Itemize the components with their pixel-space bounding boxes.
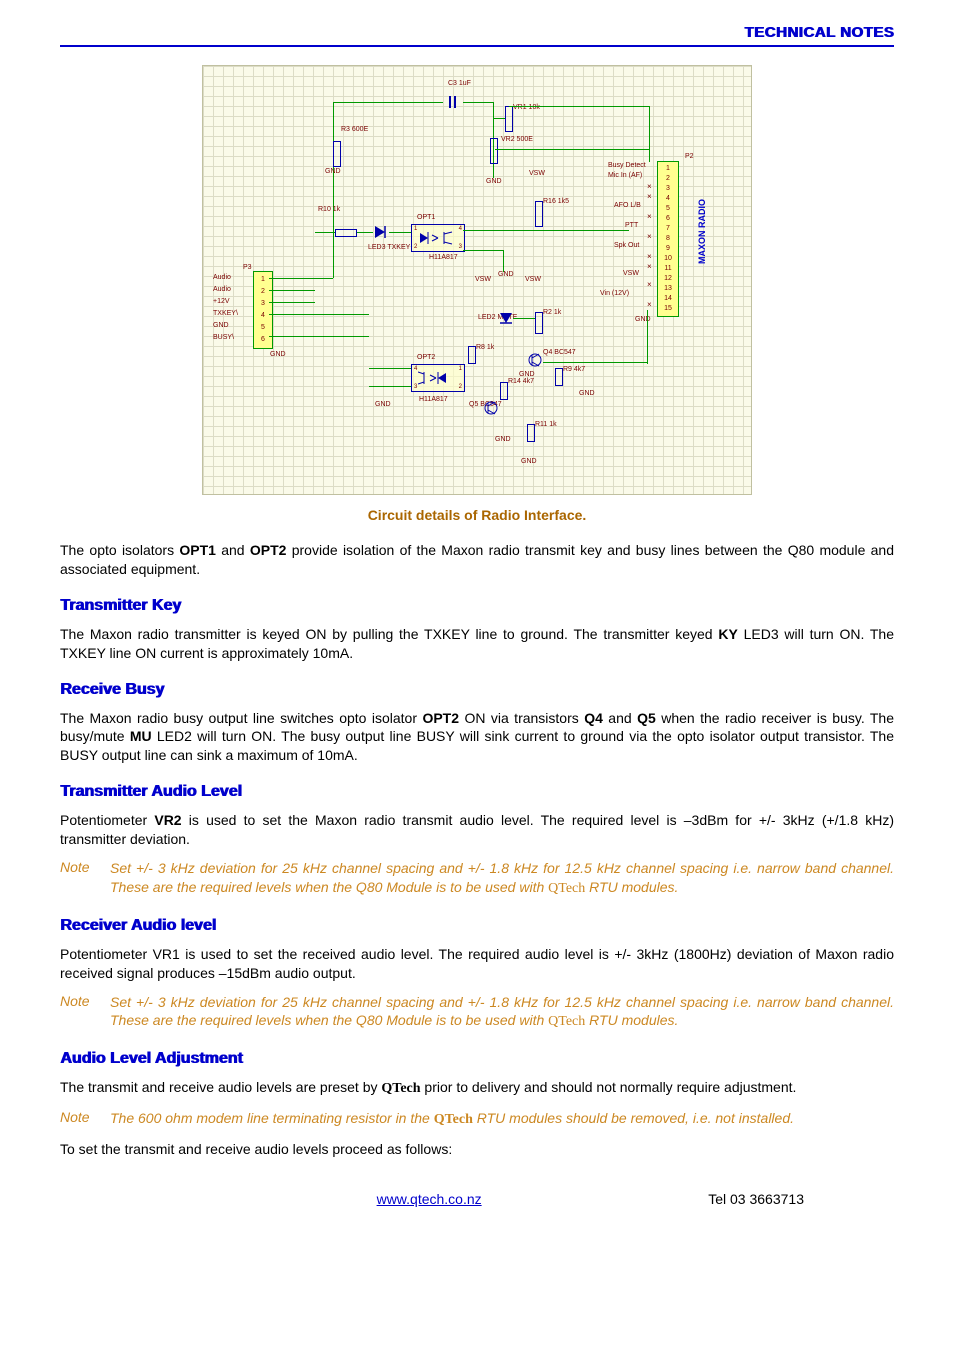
maxon-radio-label: MAXON RADIO — [697, 199, 707, 264]
tx-key-body: The Maxon radio transmitter is keyed ON … — [60, 625, 894, 663]
r14-label: R14 4k7 — [508, 378, 534, 385]
gnd-opt2: GND — [375, 401, 391, 408]
rx-audio-body: Potentiometer VR1 is used to set the rec… — [60, 945, 894, 983]
r2-label: R2 1k — [543, 309, 561, 316]
gnd-top: GND — [486, 178, 502, 185]
adjust-heading: Audio Level Adjustment — [60, 1050, 894, 1068]
p2-sig-9: Spk Out — [614, 242, 639, 249]
page-footer: www.qtech.co.nz Tel 03 3663713 — [60, 1191, 894, 1207]
opt2-box: 1 2 4 3 — [411, 364, 465, 392]
p3-pin-5: GND — [213, 322, 229, 329]
r8-label: R8 1k — [476, 344, 494, 351]
p3-label: P3 — [243, 264, 252, 271]
p2-sig-5: AFO L/B — [614, 202, 641, 209]
circuit-diagram: P3 123456 Audio Audio +12V TXKEY\ GND BU… — [202, 65, 752, 495]
p2-label: P2 — [685, 153, 694, 160]
gnd-q4: GND — [519, 371, 535, 378]
p3-connector: 123456 — [253, 271, 273, 349]
gnd-r3: GND — [325, 168, 341, 175]
rx-busy-heading: Receive Busy — [60, 681, 894, 699]
p3-pin-4: TXKEY\ — [213, 310, 238, 317]
opt2-label: OPT2 — [417, 354, 435, 361]
vsw-b: VSW — [525, 276, 541, 283]
gnd-p2: GND — [635, 316, 651, 323]
intro-paragraph: The opto isolators OPT1 and OPT2 provide… — [60, 541, 894, 579]
p2-sig-1: Busy Detect — [608, 162, 646, 169]
p2-sig-7: PTT — [625, 222, 638, 229]
c3-label: C3 1uF — [448, 80, 471, 87]
tx-audio-body: Potentiometer VR2 is used to set the Max… — [60, 811, 894, 849]
h11-2: H11A817 — [419, 396, 448, 403]
led3-label: LED3 TXKEY — [368, 244, 410, 251]
footer-url[interactable]: www.qtech.co.nz — [150, 1191, 708, 1207]
opt1-label: OPT1 — [417, 214, 435, 221]
tx-key-heading: Transmitter Key — [60, 597, 894, 615]
p3-pin-1: Audio — [213, 274, 231, 281]
p2-sig-2: Mic In (AF) — [608, 172, 642, 179]
diagram-caption: Circuit details of Radio Interface. — [60, 507, 894, 523]
footer-tel: Tel 03 3663713 — [708, 1191, 804, 1207]
p3-pin-2: Audio — [213, 286, 231, 293]
tx-audio-note: Note Set +/- 3 kHz deviation for 25 kHz … — [60, 859, 894, 899]
r3-label: R3 600E — [341, 126, 368, 133]
h11-1: H11A817 — [429, 254, 458, 261]
gnd-p3: GND — [270, 351, 286, 358]
adjust-p1: The transmit and receive audio levels ar… — [60, 1078, 894, 1099]
r16-label: R16 1k5 — [543, 198, 569, 205]
p2-sig-12: VSW — [623, 270, 639, 277]
opt1-box: 1 2 4 3 — [411, 224, 465, 252]
gnd-opt1: GND — [498, 271, 514, 278]
rx-audio-heading: Receiver Audio level — [60, 917, 894, 935]
r9-label: R9 4k7 — [563, 366, 585, 373]
rx-busy-body: The Maxon radio busy output line switche… — [60, 709, 894, 766]
led3-icon — [373, 224, 389, 245]
gnd-r11a: GND — [495, 436, 511, 443]
r10-label: R10 1k — [318, 206, 340, 213]
q4-label: Q4 BC547 — [543, 349, 576, 356]
gnd-r11b: GND — [521, 458, 537, 465]
vsw-a: VSW — [475, 276, 491, 283]
p2-connector: 1234 5678 9101112 131415 — [657, 161, 679, 317]
vr2-label: VR2 500E — [501, 136, 533, 143]
led2-icon — [498, 311, 514, 332]
gnd-r9: GND — [579, 390, 595, 397]
p3-pin-6: BUSY\ — [213, 334, 234, 341]
adjust-note: Note The 600 ohm modem line terminating … — [60, 1109, 894, 1130]
p3-pin-3: +12V — [213, 298, 230, 305]
adjust-p2: To set the transmit and receive audio le… — [60, 1140, 894, 1159]
page-header: TECHNICAL NOTES — [60, 24, 894, 47]
vsw-top: VSW — [529, 170, 545, 177]
rx-audio-note: Note Set +/- 3 kHz deviation for 25 kHz … — [60, 993, 894, 1033]
r11-label: R11 1k — [535, 421, 557, 428]
tx-audio-heading: Transmitter Audio Level — [60, 783, 894, 801]
p2-sig-14: Vin (12V) — [600, 290, 629, 297]
